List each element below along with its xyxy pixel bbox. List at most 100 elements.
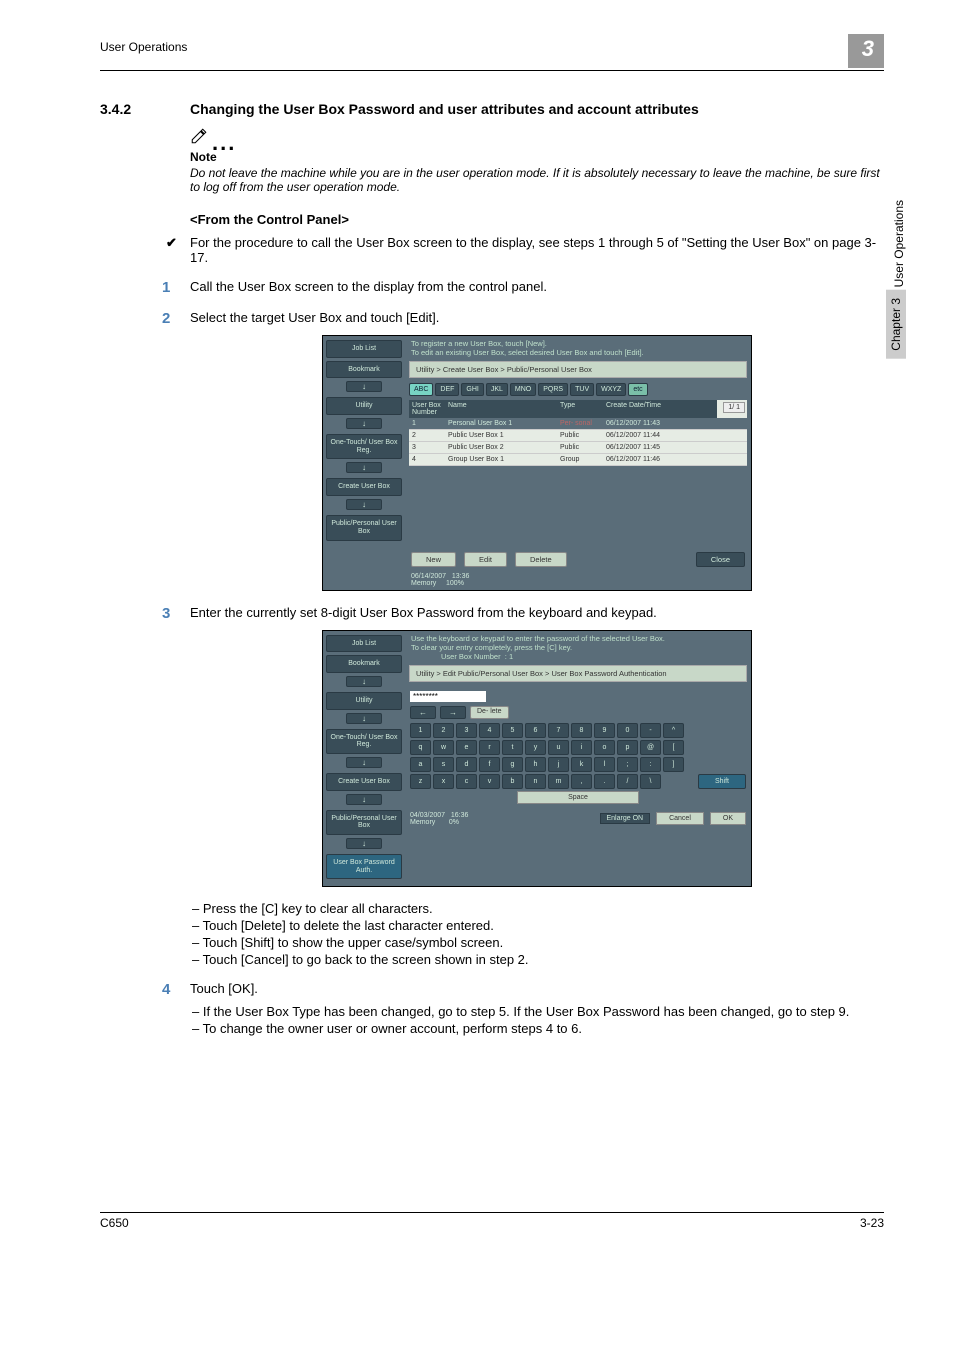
- key[interactable]: y: [525, 740, 546, 755]
- key[interactable]: e: [456, 740, 477, 755]
- note-body: Do not leave the machine while you are i…: [190, 166, 884, 194]
- sidebar-item[interactable]: One-Touch/ User Box Reg.: [326, 729, 402, 754]
- key[interactable]: k: [571, 757, 592, 772]
- sidebar-item[interactable]: Utility: [326, 397, 402, 415]
- sub-item: If the User Box Type has been changed, g…: [206, 1004, 884, 1019]
- sidebar-item[interactable]: Utility: [326, 692, 402, 710]
- shift-key[interactable]: Shift: [698, 774, 746, 789]
- key[interactable]: q: [410, 740, 431, 755]
- sidebar-item[interactable]: Public/Personal User Box: [326, 515, 402, 540]
- sidebar-item[interactable]: Bookmark: [326, 361, 402, 379]
- arrow-left-button[interactable]: ←: [410, 706, 436, 719]
- key[interactable]: 5: [502, 723, 523, 738]
- key[interactable]: ^: [663, 723, 684, 738]
- key[interactable]: 7: [548, 723, 569, 738]
- sidebar-item[interactable]: Create User Box: [326, 773, 402, 791]
- alpha-tab[interactable]: JKL: [486, 383, 508, 396]
- key[interactable]: 3: [456, 723, 477, 738]
- alpha-tab[interactable]: TUV: [570, 383, 594, 396]
- alpha-tab[interactable]: ABC: [409, 383, 433, 396]
- sidebar-item[interactable]: Job List: [326, 635, 402, 653]
- delete-button[interactable]: Delete: [515, 552, 567, 567]
- alpha-tab[interactable]: PQRS: [538, 383, 568, 396]
- key[interactable]: f: [479, 757, 500, 772]
- key[interactable]: /: [617, 774, 638, 789]
- key[interactable]: 4: [479, 723, 500, 738]
- key[interactable]: z: [410, 774, 431, 789]
- key[interactable]: l: [594, 757, 615, 772]
- down-arrow-icon: ↓: [346, 713, 382, 724]
- table-row[interactable]: 2Public User Box 1Public06/12/2007 11:44: [409, 430, 747, 442]
- key[interactable]: -: [640, 723, 661, 738]
- step-num-3: 3: [162, 605, 180, 622]
- key[interactable]: i: [571, 740, 592, 755]
- ok-button[interactable]: OK: [710, 812, 746, 825]
- table-row[interactable]: 1Personal User Box 1Per- sonal06/12/2007…: [409, 418, 747, 430]
- alpha-tab[interactable]: etc: [628, 383, 647, 396]
- key[interactable]: o: [594, 740, 615, 755]
- key[interactable]: 8: [571, 723, 592, 738]
- alpha-tab[interactable]: GHI: [461, 383, 483, 396]
- key[interactable]: b: [502, 774, 523, 789]
- sidebar-item[interactable]: Public/Personal User Box: [326, 810, 402, 835]
- key[interactable]: :: [640, 757, 661, 772]
- key[interactable]: u: [548, 740, 569, 755]
- sidebar-item[interactable]: Create User Box: [326, 478, 402, 496]
- key[interactable]: w: [433, 740, 454, 755]
- table-row[interactable]: 4Group User Box 1Group06/12/2007 11:46: [409, 454, 747, 466]
- sidebar-item[interactable]: One-Touch/ User Box Reg.: [326, 434, 402, 459]
- key[interactable]: 0: [617, 723, 638, 738]
- breadcrumb: Utility > Create User Box > Public/Perso…: [409, 361, 747, 378]
- key[interactable]: ;: [617, 757, 638, 772]
- key[interactable]: 6: [525, 723, 546, 738]
- sidebar-item[interactable]: Job List: [326, 340, 402, 358]
- table-row[interactable]: 3Public User Box 2Public06/12/2007 11:45: [409, 442, 747, 454]
- sidebar-item[interactable]: User Box Password Auth.: [326, 854, 402, 879]
- key[interactable]: \: [640, 774, 661, 789]
- key[interactable]: a: [410, 757, 431, 772]
- key[interactable]: t: [502, 740, 523, 755]
- down-arrow-icon: ↓: [346, 757, 382, 768]
- key[interactable]: x: [433, 774, 454, 789]
- key[interactable]: c: [456, 774, 477, 789]
- key[interactable]: ,: [571, 774, 592, 789]
- close-button[interactable]: Close: [696, 552, 745, 567]
- enlarge-button[interactable]: Enlarge ON: [600, 813, 651, 824]
- key[interactable]: @: [640, 740, 661, 755]
- footer-model: C650: [100, 1216, 129, 1230]
- key[interactable]: h: [525, 757, 546, 772]
- pager: 1/ 1: [723, 402, 745, 413]
- key[interactable]: m: [548, 774, 569, 789]
- key[interactable]: s: [433, 757, 454, 772]
- sidebar-item[interactable]: Bookmark: [326, 655, 402, 673]
- alpha-tab[interactable]: WXYZ: [596, 383, 626, 396]
- key[interactable]: ]: [663, 757, 684, 772]
- key[interactable]: g: [502, 757, 523, 772]
- password-input[interactable]: ********: [410, 691, 486, 702]
- check-icon: ✔: [166, 235, 180, 265]
- screenshot-password-entry: Job List Bookmark ↓ Utility ↓ One-Touch/ User…: [322, 630, 752, 888]
- key[interactable]: r: [479, 740, 500, 755]
- step-num-2: 2: [162, 310, 180, 327]
- key[interactable]: p: [617, 740, 638, 755]
- space-key[interactable]: Space: [517, 791, 639, 804]
- cancel-button[interactable]: Cancel: [656, 812, 704, 825]
- sub-item: Touch [Shift] to show the upper case/sym…: [206, 935, 884, 950]
- alpha-tab[interactable]: MNO: [510, 383, 536, 396]
- key[interactable]: .: [594, 774, 615, 789]
- key[interactable]: v: [479, 774, 500, 789]
- key[interactable]: 2: [433, 723, 454, 738]
- alpha-tab[interactable]: DEF: [435, 383, 459, 396]
- key[interactable]: 1: [410, 723, 431, 738]
- edit-button[interactable]: Edit: [464, 552, 507, 567]
- down-arrow-icon: ↓: [346, 676, 382, 687]
- key[interactable]: 9: [594, 723, 615, 738]
- screenshot-user-box-list: Job ListBookmark↓Utility↓One-Touch/ User…: [322, 335, 752, 591]
- key[interactable]: n: [525, 774, 546, 789]
- key[interactable]: [: [663, 740, 684, 755]
- key[interactable]: d: [456, 757, 477, 772]
- new-button[interactable]: New: [411, 552, 456, 567]
- key[interactable]: j: [548, 757, 569, 772]
- arrow-right-button[interactable]: →: [440, 706, 466, 719]
- delete-char-button[interactable]: De- lete: [470, 706, 509, 719]
